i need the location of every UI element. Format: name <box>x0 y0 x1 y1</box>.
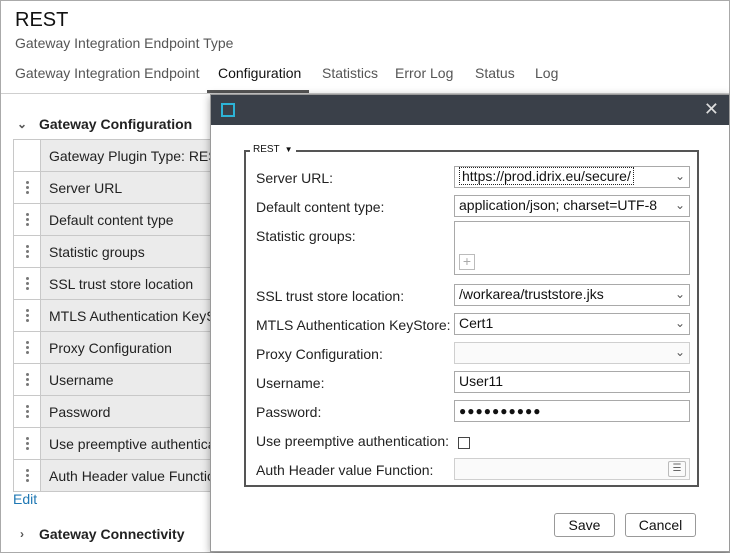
content-type-select[interactable]: application/json; charset=UTF-8 ⌄ <box>454 195 690 217</box>
mtls-keystore-value: Cert1 <box>459 315 494 331</box>
row-label: Default content type <box>41 204 213 235</box>
mtls-keystore-select[interactable]: Cert1 ⌄ <box>454 313 690 335</box>
proxy-label: Proxy Configuration: <box>256 346 383 362</box>
drag-handle-icon[interactable] <box>13 268 41 299</box>
table-row: Gateway Plugin Type: REST <box>13 140 213 172</box>
drag-handle-icon[interactable] <box>13 300 41 331</box>
content-type-label: Default content type: <box>256 199 385 215</box>
auth-header-fn-input[interactable]: ☰ <box>454 458 690 480</box>
ssl-trust-store-label: SSL trust store location: <box>256 288 405 304</box>
drag-handle-icon[interactable] <box>13 396 41 427</box>
chevron-right-icon: › <box>20 527 24 541</box>
table-row: MTLS Authentication KeyStore <box>13 300 213 332</box>
triangle-down-icon: ▼ <box>284 145 293 154</box>
chevron-down-icon: ⌄ <box>674 198 685 212</box>
section-gateway-connectivity[interactable]: › Gateway Connectivity <box>15 526 185 542</box>
page-title: REST <box>15 9 69 31</box>
row-label: SSL trust store location <box>41 268 213 299</box>
row-label: Proxy Configuration <box>41 332 213 363</box>
proxy-select[interactable]: ⌄ <box>454 342 690 364</box>
row-label: MTLS Authentication KeyStore <box>41 300 213 331</box>
dialog-titlebar: ✕ <box>211 95 729 125</box>
table-row: SSL trust store location <box>13 268 213 300</box>
drag-handle-icon[interactable] <box>13 332 41 363</box>
close-icon[interactable]: ✕ <box>704 99 719 120</box>
chevron-down-icon: ⌄ <box>16 117 28 131</box>
username-label: Username: <box>256 375 325 391</box>
drag-handle-icon[interactable] <box>13 172 41 203</box>
cancel-button[interactable]: Cancel <box>625 513 696 537</box>
table-row: Password <box>13 396 213 428</box>
tab-error-log[interactable]: Error Log <box>395 65 453 81</box>
table-row: Proxy Configuration <box>13 332 213 364</box>
username-value: User11 <box>459 373 504 389</box>
drag-handle-icon[interactable] <box>13 428 41 459</box>
group-label: REST <box>253 144 280 155</box>
row-label: Statistic groups <box>41 236 213 267</box>
rest-groupbox: REST ▼ Server URL: https://prod.idrix.eu… <box>244 144 699 487</box>
row-label: Gateway Plugin Type: REST <box>41 140 213 171</box>
chevron-down-icon: ⌄ <box>674 169 685 183</box>
section-title: Gateway Connectivity <box>39 526 185 542</box>
row-label: Server URL <box>41 172 213 203</box>
row-gutter <box>13 140 41 171</box>
statistic-groups-label: Statistic groups: <box>256 228 356 244</box>
row-label: Use preemptive authentication <box>41 428 213 459</box>
server-url-select[interactable]: https://prod.idrix.eu/secure/ ⌄ <box>454 166 690 188</box>
drag-handle-icon[interactable] <box>13 236 41 267</box>
window-icon <box>221 103 235 117</box>
table-row: Statistic groups <box>13 236 213 268</box>
table-row: Username <box>13 364 213 396</box>
tab-status[interactable]: Status <box>475 65 515 81</box>
statistic-groups-list[interactable]: + <box>454 221 690 275</box>
table-row: Use preemptive authentication <box>13 428 213 460</box>
password-input[interactable]: ●●●●●●●●●● <box>454 400 690 422</box>
server-url-value: https://prod.idrix.eu/secure/ <box>459 167 634 185</box>
add-icon[interactable]: + <box>459 254 475 270</box>
group-header[interactable]: REST ▼ <box>250 144 296 155</box>
row-label: Username <box>41 364 213 395</box>
section-gateway-configuration[interactable]: ⌄ Gateway Configuration <box>15 116 192 132</box>
property-table: Gateway Plugin Type: REST Server URL Def… <box>13 139 213 492</box>
server-url-label: Server URL: <box>256 170 334 186</box>
preemptive-auth-checkbox[interactable] <box>458 437 470 449</box>
rest-config-dialog: ✕ REST ▼ Server URL: https://prod.idrix.… <box>210 94 730 552</box>
page-subtitle: Gateway Integration Endpoint Type <box>15 35 234 51</box>
chevron-down-icon: ⌄ <box>674 287 685 301</box>
password-value: ●●●●●●●●●● <box>459 404 542 418</box>
tab-bar: Gateway Integration Endpoint Configurati… <box>1 57 729 93</box>
ssl-trust-store-value: /workarea/truststore.jks <box>459 286 604 302</box>
mtls-keystore-label: MTLS Authentication KeyStore: <box>256 317 451 333</box>
ssl-trust-store-select[interactable]: /workarea/truststore.jks ⌄ <box>454 284 690 306</box>
drag-handle-icon[interactable] <box>13 364 41 395</box>
edit-link[interactable]: Edit <box>13 491 37 507</box>
password-label: Password: <box>256 404 322 420</box>
section-title: Gateway Configuration <box>39 116 193 132</box>
username-input[interactable]: User11 <box>454 371 690 393</box>
table-row: Default content type <box>13 204 213 236</box>
tab-log[interactable]: Log <box>535 65 558 81</box>
content-type-value: application/json; charset=UTF-8 <box>459 197 658 213</box>
chevron-down-icon: ⌄ <box>674 345 685 359</box>
function-picker-icon[interactable]: ☰ <box>668 461 686 477</box>
chevron-down-icon: ⌄ <box>674 316 685 330</box>
row-label: Password <box>41 396 213 427</box>
drag-handle-icon[interactable] <box>13 460 41 491</box>
drag-handle-icon[interactable] <box>13 204 41 235</box>
table-row: Server URL <box>13 172 213 204</box>
row-label: Auth Header value Function <box>41 460 213 491</box>
table-row: Auth Header value Function <box>13 460 213 492</box>
auth-header-fn-label: Auth Header value Function: <box>256 462 434 478</box>
tab-statistics[interactable]: Statistics <box>322 65 378 81</box>
tab-configuration[interactable]: Configuration <box>218 65 301 81</box>
save-button[interactable]: Save <box>554 513 615 537</box>
preemptive-auth-label: Use preemptive authentication: <box>256 433 449 449</box>
tab-gateway-integration-endpoint[interactable]: Gateway Integration Endpoint <box>15 65 199 81</box>
